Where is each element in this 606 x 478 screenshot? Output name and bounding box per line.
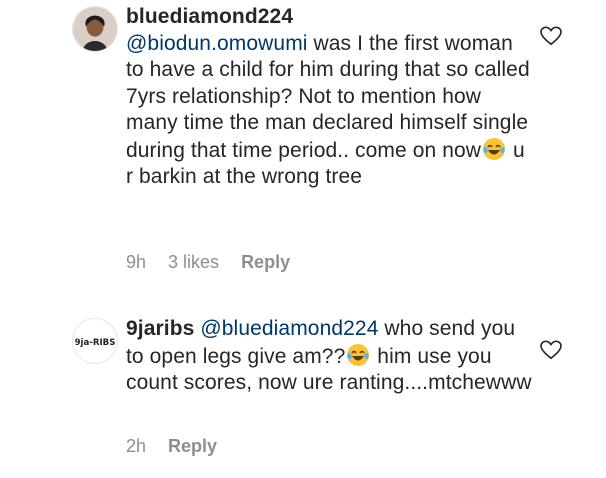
comment-username[interactable]: bluediamond224 [126,5,293,28]
comment-body: 9jaribs @bluediamond224 who send you to … [126,316,536,397]
comment-meta: 9h 3 likes Reply [126,252,290,273]
reply-button[interactable]: Reply [241,252,290,273]
face-with-tears-of-joy-icon [482,137,506,161]
avatar-logo-text: 9ja-RIBS [75,338,116,348]
reply-button[interactable]: Reply [168,436,217,457]
comment-mention[interactable]: @biodun.omowumi [126,32,308,55]
comment-time: 2h [126,436,147,456]
comment-meta: 2h Reply [126,436,217,457]
comment-time: 9h [126,252,147,272]
comment-likes[interactable]: 3 likes [168,252,219,273]
avatar[interactable]: 9ja-RIBS [72,318,118,364]
comment-body: bluediamond224 @biodun.omowumi was I the… [126,4,536,191]
face-with-tears-of-joy-icon [346,343,370,367]
heart-outline-icon[interactable] [540,340,562,360]
avatar[interactable] [72,6,118,52]
heart-outline-icon[interactable] [540,26,562,46]
comment-mention[interactable]: @bluediamond224 [200,317,378,340]
comment-username[interactable]: 9jaribs [126,317,194,340]
